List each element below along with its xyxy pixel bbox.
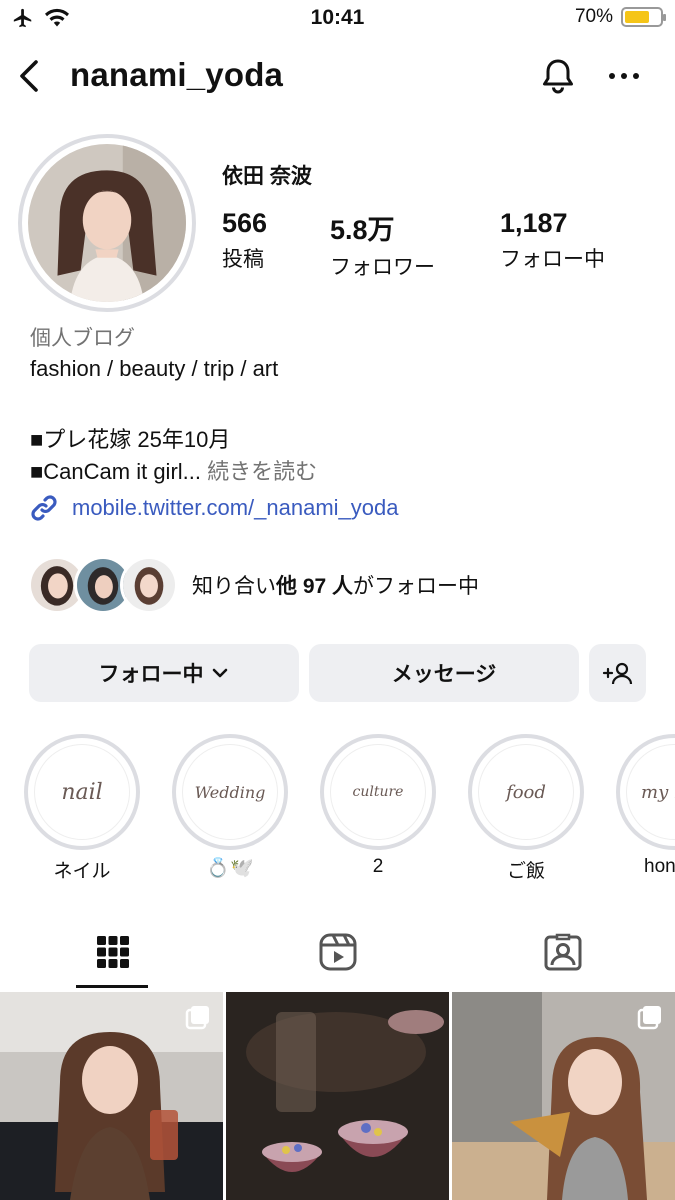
- highlight-ring: Wedding: [172, 734, 288, 850]
- battery-fill: [625, 11, 649, 23]
- highlight-caption: ご飯: [506, 861, 545, 882]
- grid-icon: [96, 936, 129, 968]
- bio-line: fashion / beauty / trip / art: [30, 356, 279, 381]
- highlight-cover: food: [478, 744, 574, 840]
- highlight-cover: my h: [626, 744, 675, 840]
- mutual-avatar: [120, 556, 178, 614]
- add-person-icon: [602, 662, 632, 685]
- mutual-followers[interactable]: 知り合い他 97 人がフォロー中: [28, 556, 479, 614]
- highlight-ring: nail: [24, 734, 140, 850]
- tagged-icon: [544, 933, 581, 971]
- posts-count: 566: [222, 208, 268, 238]
- profile-link-text: mobile.twitter.com/_nanami_yoda: [72, 495, 399, 520]
- multiple-posts-icon: [637, 1006, 661, 1030]
- followers-count: 5.8万: [330, 215, 395, 245]
- highlight-ring: culture: [320, 734, 436, 850]
- profile-tabs: [0, 914, 675, 990]
- profile-avatar: [28, 144, 186, 302]
- profile-link[interactable]: mobile.twitter.com/_nanami_yoda: [28, 492, 399, 524]
- multiple-posts-icon: [185, 1006, 209, 1030]
- message-button-label: メッセージ: [391, 663, 497, 686]
- following-button-label: フォロー中: [98, 663, 204, 686]
- mutual-count: 他 97 人: [276, 575, 354, 598]
- status-right: 70%: [574, 6, 666, 28]
- following-stat[interactable]: 1,187 フォロー中: [500, 208, 605, 273]
- story-highlight[interactable]: Wedding 💍🕊️: [172, 734, 288, 880]
- mutual-suffix: がフォロー中: [353, 575, 480, 598]
- mutual-prefix: 知り合い: [192, 575, 276, 598]
- mutual-text: 知り合い他 97 人がフォロー中: [192, 570, 479, 600]
- bell-icon[interactable]: [538, 56, 578, 96]
- message-button[interactable]: メッセージ: [309, 644, 579, 702]
- status-time: 10:41: [310, 6, 365, 29]
- posts-stat[interactable]: 566 投稿: [222, 208, 267, 273]
- bio-line: ■プレ花嫁 25年10月: [30, 427, 231, 452]
- bio-line: ■CanCam it girl...: [30, 459, 201, 484]
- battery-percent: 70%: [574, 6, 613, 27]
- story-highlight[interactable]: nail ネイル: [24, 734, 140, 883]
- link-icon: [31, 495, 57, 521]
- story-highlight[interactable]: culture 2: [320, 734, 436, 878]
- mutual-avatars: [28, 556, 178, 614]
- more-options-icon[interactable]: [604, 62, 644, 90]
- post-thumbnail[interactable]: [452, 992, 675, 1200]
- suggest-people-button[interactable]: [589, 644, 646, 702]
- active-tab-indicator: [76, 985, 148, 988]
- header-username: nanami_yoda: [70, 56, 284, 93]
- highlight-cover: nail: [34, 744, 130, 840]
- tab-reels[interactable]: [225, 914, 450, 990]
- posts-label: 投稿: [222, 248, 264, 271]
- post-thumbnail[interactable]: [226, 992, 449, 1200]
- post-thumbnail[interactable]: [0, 992, 223, 1200]
- highlight-caption: 💍🕊️: [206, 858, 254, 879]
- following-label: フォロー中: [500, 248, 605, 271]
- highlight-cover: culture: [330, 744, 426, 840]
- tab-tagged[interactable]: [450, 914, 675, 990]
- highlight-cover: Wedding: [182, 744, 278, 840]
- status-bar: 10:41 70%: [0, 0, 675, 38]
- chevron-down-icon: [212, 668, 227, 678]
- profile-category: 個人ブログ: [30, 327, 135, 350]
- profile-full-name: 依田 奈波: [222, 165, 312, 188]
- battery-icon: [621, 7, 666, 27]
- profile-avatar-ring[interactable]: [18, 134, 196, 312]
- highlight-caption: 2: [372, 856, 384, 877]
- posts-grid: [0, 992, 675, 1200]
- highlight-ring: my h: [616, 734, 675, 850]
- story-highlight[interactable]: food ご飯: [468, 734, 584, 883]
- highlight-caption: hon: [644, 856, 675, 877]
- tab-posts-grid[interactable]: [0, 914, 225, 990]
- profile-header: nanami_yoda: [0, 44, 675, 108]
- following-count: 1,187: [500, 208, 568, 238]
- followers-label: フォロワー: [330, 256, 435, 279]
- reels-icon: [319, 933, 356, 971]
- followers-stat[interactable]: 5.8万 フォロワー: [330, 208, 435, 281]
- back-arrow-icon[interactable]: [12, 56, 46, 96]
- highlight-caption: ネイル: [53, 861, 111, 882]
- story-highlight[interactable]: my h hon: [616, 734, 675, 878]
- highlight-ring: food: [468, 734, 584, 850]
- bio-line-with-more: ■CanCam it girl... 続きを読む: [30, 454, 317, 486]
- following-button[interactable]: フォロー中: [29, 644, 299, 702]
- read-more-link[interactable]: 続きを読む: [207, 459, 317, 484]
